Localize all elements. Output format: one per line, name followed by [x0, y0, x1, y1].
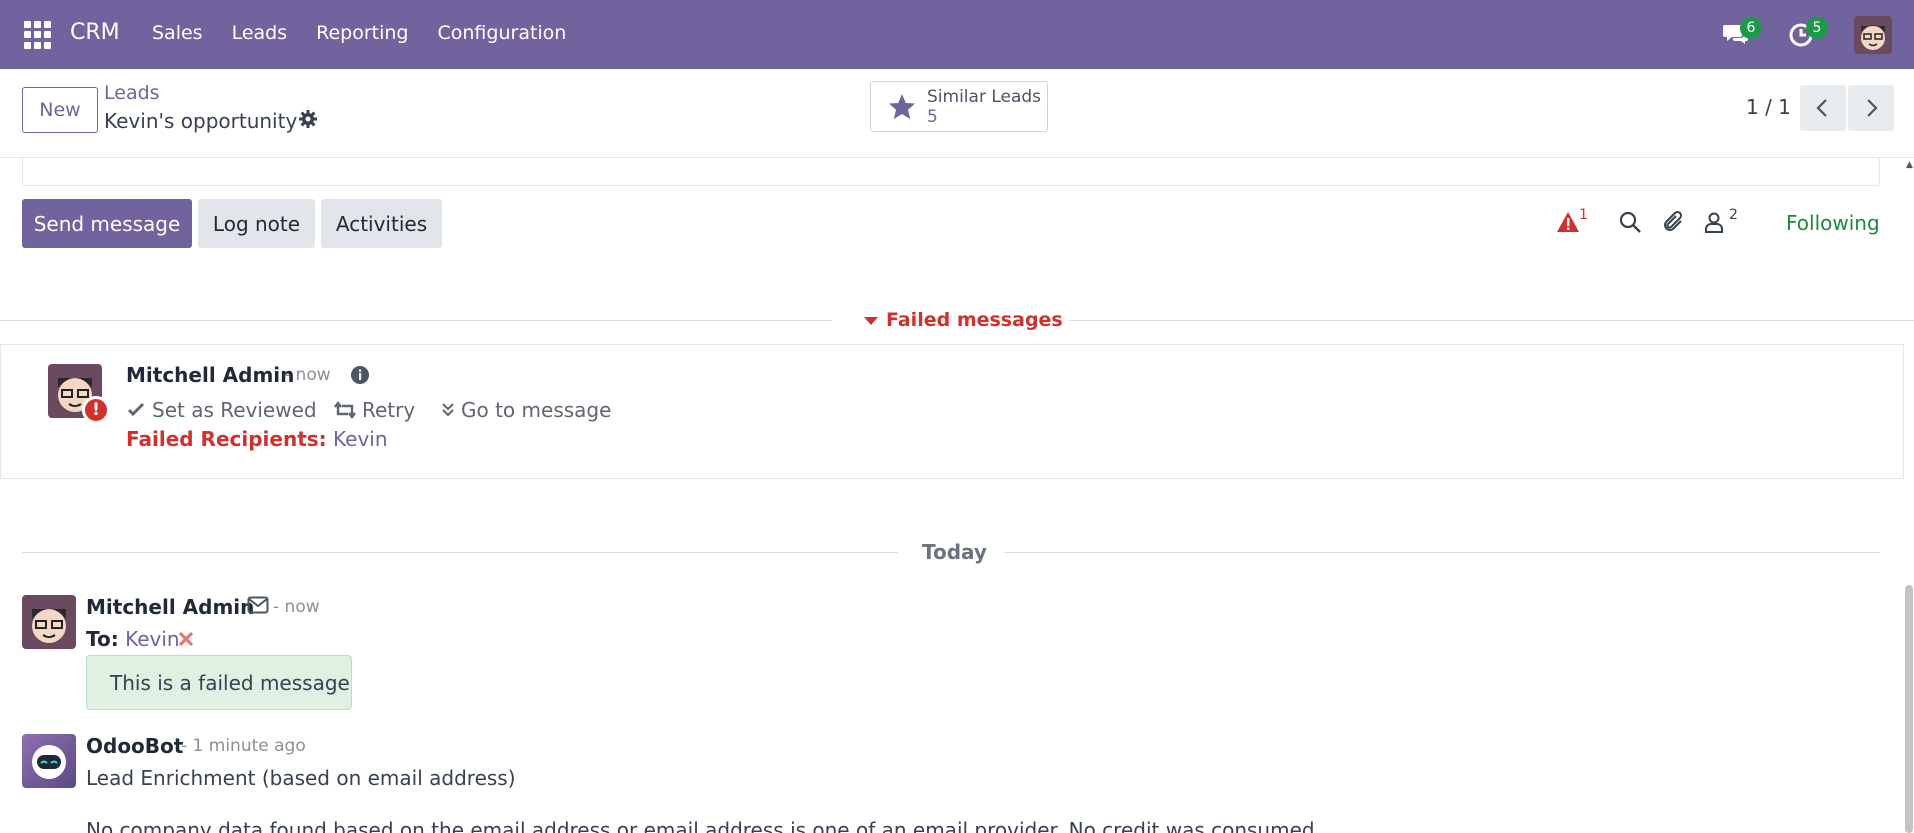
failed-recipients-label: Failed Recipients: — [126, 427, 327, 451]
main-menu: Sales Leads Reporting Configuration — [152, 22, 566, 44]
paperclip-icon[interactable] — [1662, 210, 1688, 236]
check-icon — [127, 402, 145, 417]
message-body: This is a failed message — [86, 655, 352, 710]
message-recipients: To: Kevin — [86, 627, 180, 651]
scroll-up-arrow-icon[interactable]: ▲ — [1906, 160, 1913, 170]
close-icon[interactable] — [177, 630, 195, 648]
similar-leads-button[interactable]: Similar Leads 5 — [870, 81, 1048, 132]
activities-count-badge: 5 — [1806, 17, 1828, 39]
error-exclamation-icon: ! — [82, 396, 110, 424]
message-time: - now — [273, 597, 320, 617]
envelope-icon[interactable] — [247, 596, 269, 614]
author-avatar[interactable] — [22, 595, 76, 649]
to-label: To: — [86, 627, 119, 651]
composer-area-edge — [22, 158, 1880, 186]
pager-previous-button[interactable] — [1800, 85, 1846, 131]
failed-recipients: Failed Recipients: Kevin — [126, 427, 388, 451]
failure-count: 1 — [1579, 207, 1588, 223]
following-button[interactable]: Following — [1786, 211, 1880, 235]
separator-line — [1069, 320, 1914, 321]
failed-recipient-link[interactable]: Kevin — [333, 427, 388, 451]
double-chevron-down-icon — [442, 403, 454, 417]
menu-configuration[interactable]: Configuration — [438, 22, 567, 44]
apps-menu-icon[interactable] — [24, 21, 52, 49]
new-button[interactable]: New — [22, 87, 98, 133]
scrollbar-thumb[interactable] — [1905, 585, 1913, 833]
chevron-left-icon — [1816, 99, 1827, 117]
activity-clock-icon[interactable]: 5 — [1788, 17, 1828, 50]
separator-line — [1004, 552, 1880, 553]
pager-value[interactable]: 1 / 1 — [1746, 95, 1791, 119]
messaging-icon[interactable]: 6 — [1722, 17, 1762, 50]
menu-reporting[interactable]: Reporting — [316, 22, 408, 44]
star-icon — [889, 94, 915, 119]
chevron-right-icon — [1867, 99, 1878, 117]
followers-user-icon[interactable] — [1702, 210, 1728, 236]
retweet-icon — [334, 401, 356, 419]
failed-messages-toggle[interactable]: Failed messages — [864, 309, 1063, 331]
breadcrumb-current: Kevin's opportunity — [104, 109, 298, 133]
set-as-reviewed-button[interactable]: Set as Reviewed — [126, 398, 317, 422]
activities-button[interactable]: Activities — [321, 199, 442, 248]
control-panel: New Leads Kevin's opportunity Similar Le… — [0, 69, 1914, 158]
failed-messages-title: Failed messages — [886, 309, 1063, 331]
pager-next-button[interactable] — [1848, 85, 1894, 131]
user-avatar[interactable] — [1854, 16, 1892, 54]
message-author[interactable]: OdooBot — [86, 734, 183, 758]
message-body-line: Lead Enrichment (based on email address) — [86, 766, 516, 790]
message-body-line: No company data found based on the email… — [86, 818, 1321, 833]
set-as-reviewed-label: Set as Reviewed — [152, 398, 317, 422]
send-message-button[interactable]: Send message — [22, 199, 192, 248]
separator-line — [0, 320, 832, 321]
failed-message-time: - now — [284, 365, 331, 385]
similar-leads-label: Similar Leads — [927, 87, 1042, 107]
failed-message-author: Mitchell Admin — [126, 363, 295, 387]
menu-sales[interactable]: Sales — [152, 22, 203, 44]
retry-button[interactable]: Retry — [334, 398, 415, 422]
top-navbar: CRM Sales Leads Reporting Configuration … — [0, 0, 1914, 69]
recipient-link[interactable]: Kevin — [125, 627, 180, 651]
retry-label: Retry — [362, 398, 416, 422]
messages-count-badge: 6 — [1740, 17, 1762, 39]
message-author[interactable]: Mitchell Admin — [86, 595, 254, 619]
caret-down-icon — [864, 316, 878, 325]
date-separator: Today — [922, 540, 987, 564]
similar-leads-count: 5 — [927, 107, 938, 127]
gear-icon[interactable] — [298, 109, 320, 131]
breadcrumb-leads-link[interactable]: Leads — [104, 82, 160, 104]
followers-count: 2 — [1729, 207, 1738, 223]
search-icon[interactable] — [1618, 210, 1644, 236]
separator-line — [22, 552, 898, 553]
info-icon[interactable] — [350, 365, 370, 385]
log-note-button[interactable]: Log note — [198, 199, 315, 248]
app-brand[interactable]: CRM — [70, 20, 120, 45]
menu-leads[interactable]: Leads — [232, 22, 288, 44]
go-to-message-label: Go to message — [461, 398, 612, 422]
go-to-message-link[interactable]: Go to message — [441, 398, 611, 422]
message-time: - 1 minute ago — [181, 736, 306, 756]
odoobot-avatar[interactable] — [22, 734, 76, 788]
